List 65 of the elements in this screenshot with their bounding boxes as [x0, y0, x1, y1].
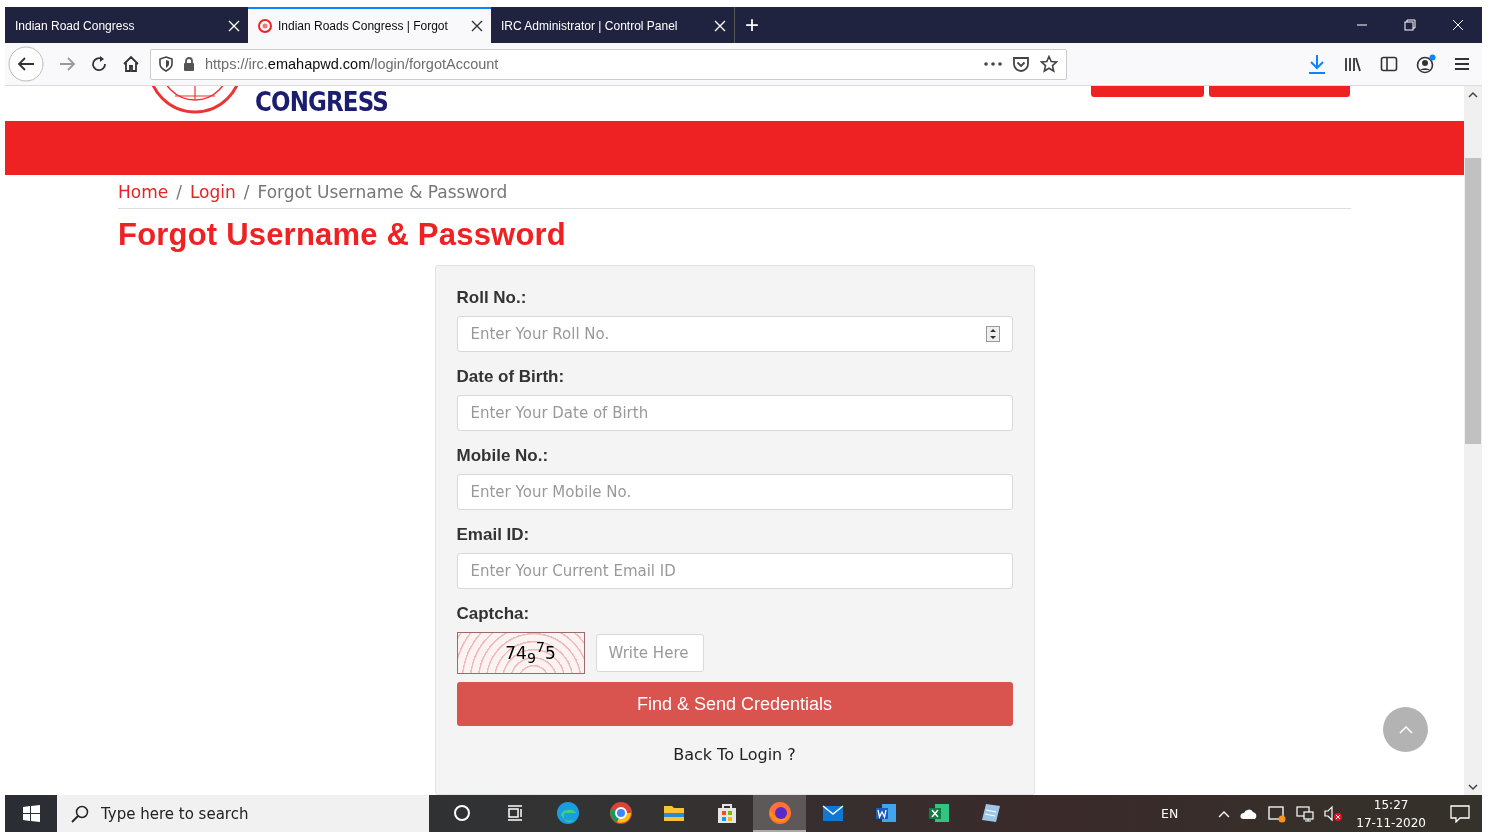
scroll-down-icon[interactable]	[1468, 783, 1478, 791]
tab-title: Indian Road Congress	[15, 19, 136, 33]
browser-tab[interactable]: IRC Administrator | Control Panel	[491, 7, 734, 43]
spinner-icon[interactable]	[985, 326, 1000, 342]
menu-icon[interactable]	[1454, 57, 1470, 71]
clock[interactable]: 15:27 17-11-2020	[1356, 795, 1426, 832]
browser-tab[interactable]: Indian Roads Congress | Forgot	[248, 7, 491, 43]
input-field[interactable]: Enter Your Roll No.	[456, 316, 1013, 352]
address-bar[interactable]: https://irc.emahapwd.com/login/forgotAccount	[150, 48, 1067, 80]
field-label: Mobile No.:	[456, 446, 550, 466]
browser-icon	[608, 800, 633, 825]
breadcrumb-link[interactable]: Login	[189, 182, 236, 202]
browser-icon	[767, 800, 792, 825]
download-icon[interactable]	[1308, 54, 1326, 74]
scroll-up-icon[interactable]	[1468, 91, 1478, 99]
forward-icon[interactable]	[58, 55, 76, 73]
logo-text: CONGRESS	[255, 88, 388, 119]
field-label: Email ID:	[456, 525, 531, 545]
captcha-input[interactable]: Write Here	[595, 634, 704, 672]
muted-speaker-icon[interactable]	[1324, 805, 1343, 822]
browser-tab[interactable]: Indian Road Congress	[5, 7, 248, 43]
scrollbar-thumb[interactable]	[1465, 158, 1481, 444]
search-icon	[71, 804, 89, 823]
pocket-icon[interactable]	[1012, 55, 1030, 73]
taskbar-search-field[interactable]: Type here to search	[57, 795, 429, 832]
breadcrumb-link[interactable]: Home	[118, 182, 169, 202]
input-field[interactable]: Enter Your Date of Birth	[456, 395, 1013, 431]
url-text: https://irc.emahapwd.com/login/forgotAccount	[205, 56, 499, 72]
scrollbar[interactable]	[1464, 86, 1482, 795]
submit-button[interactable]: Find & Send Credentials	[456, 682, 1013, 726]
captcha-code: 74$_{9}$$^{7}$5	[505, 639, 556, 667]
restore-icon[interactable]	[1404, 19, 1416, 31]
more-icon[interactable]	[984, 62, 1002, 66]
search-placeholder: Type here to search	[101, 804, 249, 823]
lock-icon	[183, 56, 195, 72]
chevron-up-icon	[1398, 725, 1413, 734]
tab-title: IRC Administrator | Control Panel	[501, 19, 679, 33]
input-field[interactable]: Enter Your Mobile No.	[456, 474, 1013, 510]
language-indicator[interactable]: EN	[1161, 806, 1179, 821]
field-label: Date of Birth:	[456, 367, 566, 387]
display-icon[interactable]	[1268, 804, 1287, 823]
breadcrumb-separator: /	[243, 182, 250, 202]
field-label: Captcha:	[456, 604, 531, 624]
back-to-login-link[interactable]: Back To Login ?	[673, 745, 796, 764]
sidebar-icon[interactable]	[1380, 55, 1398, 73]
page-title: Forgot Username & Password	[118, 217, 567, 253]
back-icon[interactable]	[8, 46, 44, 82]
breadcrumb-separator: /	[176, 182, 182, 202]
windows-logo-icon	[22, 805, 40, 822]
cloud-icon[interactable]	[1240, 807, 1259, 820]
library-icon[interactable]	[1344, 55, 1362, 73]
tab-title: Indian Roads Congress | Forgot	[278, 19, 449, 33]
close-icon[interactable]	[471, 20, 483, 32]
network-icon[interactable]	[1296, 805, 1315, 822]
field-label: Roll No.:	[456, 288, 528, 308]
breadcrumb-current: Forgot Username & Password	[257, 182, 508, 202]
notification-icon[interactable]	[1450, 804, 1470, 823]
reload-icon[interactable]	[90, 55, 108, 73]
chevron-up-icon[interactable]	[1218, 809, 1231, 818]
home-icon[interactable]	[122, 55, 140, 73]
input-field[interactable]: Enter Your Current Email ID	[456, 553, 1013, 589]
star-icon[interactable]	[1040, 55, 1058, 73]
account-icon[interactable]	[1416, 54, 1436, 74]
browser-icon	[555, 800, 580, 825]
shield-icon	[159, 56, 173, 72]
